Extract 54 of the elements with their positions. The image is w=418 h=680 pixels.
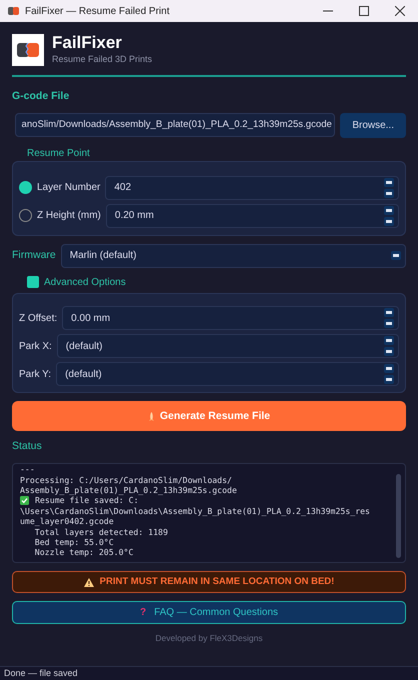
log-line: ume_layer0402.gcode — [20, 516, 115, 527]
app-title: FailFixer — [52, 34, 123, 53]
increment-button[interactable] — [384, 364, 394, 374]
increment-button[interactable] — [384, 206, 394, 215]
field-label: Firmware — [12, 248, 56, 264]
decrement-button[interactable] — [384, 319, 394, 328]
number-field[interactable]: 0.00 mm — [62, 306, 399, 330]
increment-button[interactable] — [384, 178, 394, 187]
firmware-dropdown[interactable]: Marlin (default) — [60, 244, 406, 268]
log-line: Nozzle temp: 205.0°C — [34, 547, 134, 558]
decrement-button[interactable] — [384, 216, 394, 226]
file-path-field[interactable]: anoSlim/Downloads/Assembly_B_plate(01)_PLA_0.2_13h39m25s.gcode — [14, 112, 336, 137]
window-title: FailFixer — Resume Failed Print — [25, 4, 170, 18]
number-field[interactable]: (default) — [56, 362, 399, 386]
increment-button[interactable] — [384, 336, 394, 346]
log-line: \Users\CardanoSlim\Downloads\Assembly_B_plate(01)_PLA_0.2_13h39m25s_res — [20, 506, 371, 516]
app-subtitle: Resume Failed 3D Prints — [52, 52, 152, 66]
field-label: Park Y: — [19, 368, 52, 382]
status-bar: Done — file saved — [0, 666, 418, 680]
number-field[interactable]: 0.20 mm — [106, 204, 399, 228]
section-heading: G-code File — [12, 89, 70, 104]
check-icon — [20, 496, 29, 506]
log-line: Assembly_B_plate(01)_PLA_0.2_13h39m25s.gcode — [20, 485, 238, 496]
group-title: Advanced Options — [44, 276, 126, 289]
decrement-button[interactable] — [384, 375, 394, 384]
dropdown-button[interactable] — [391, 251, 401, 260]
warning-text: PRINT MUST REMAIN IN SAME LOCATION ON BED! — [100, 575, 334, 590]
maximize-icon[interactable] — [359, 6, 369, 16]
browse-button[interactable]: Browse... — [340, 112, 406, 138]
log-line: Bed temp: 55.0°C — [34, 537, 115, 548]
option-label: Z Height (mm) — [37, 209, 101, 224]
option-label: Layer Number — [37, 181, 100, 196]
increment-button[interactable] — [384, 308, 394, 318]
field-label: Park X: — [19, 340, 52, 354]
decrement-button[interactable] — [384, 347, 394, 356]
radio-button[interactable] — [19, 209, 32, 222]
number-field[interactable]: 402 — [105, 176, 399, 200]
rocket-icon — [148, 412, 155, 421]
log-line: --- — [20, 464, 36, 475]
decrement-button[interactable] — [384, 188, 394, 198]
faq-button[interactable]: ? FAQ — Common Questions — [12, 601, 406, 624]
checkbox[interactable] — [27, 276, 39, 288]
field-label: Z Offset: — [19, 312, 58, 326]
scrollbar[interactable] — [396, 474, 401, 558]
app-icon — [8, 7, 20, 15]
radio-button[interactable] — [19, 181, 32, 194]
number-field[interactable]: (default) — [56, 334, 399, 358]
credit-text: Developed by FleX3Designs — [154, 632, 264, 645]
warning-icon — [84, 578, 94, 587]
log-line: Processing: C:/Users/CardanoSlim/Downloads/ — [20, 474, 233, 485]
section-heading: Status — [12, 439, 43, 454]
log-line: Resume file saved: C: — [35, 495, 139, 506]
close-icon[interactable] — [395, 6, 405, 16]
log-line: Total layers detected: 1189 — [34, 526, 169, 538]
